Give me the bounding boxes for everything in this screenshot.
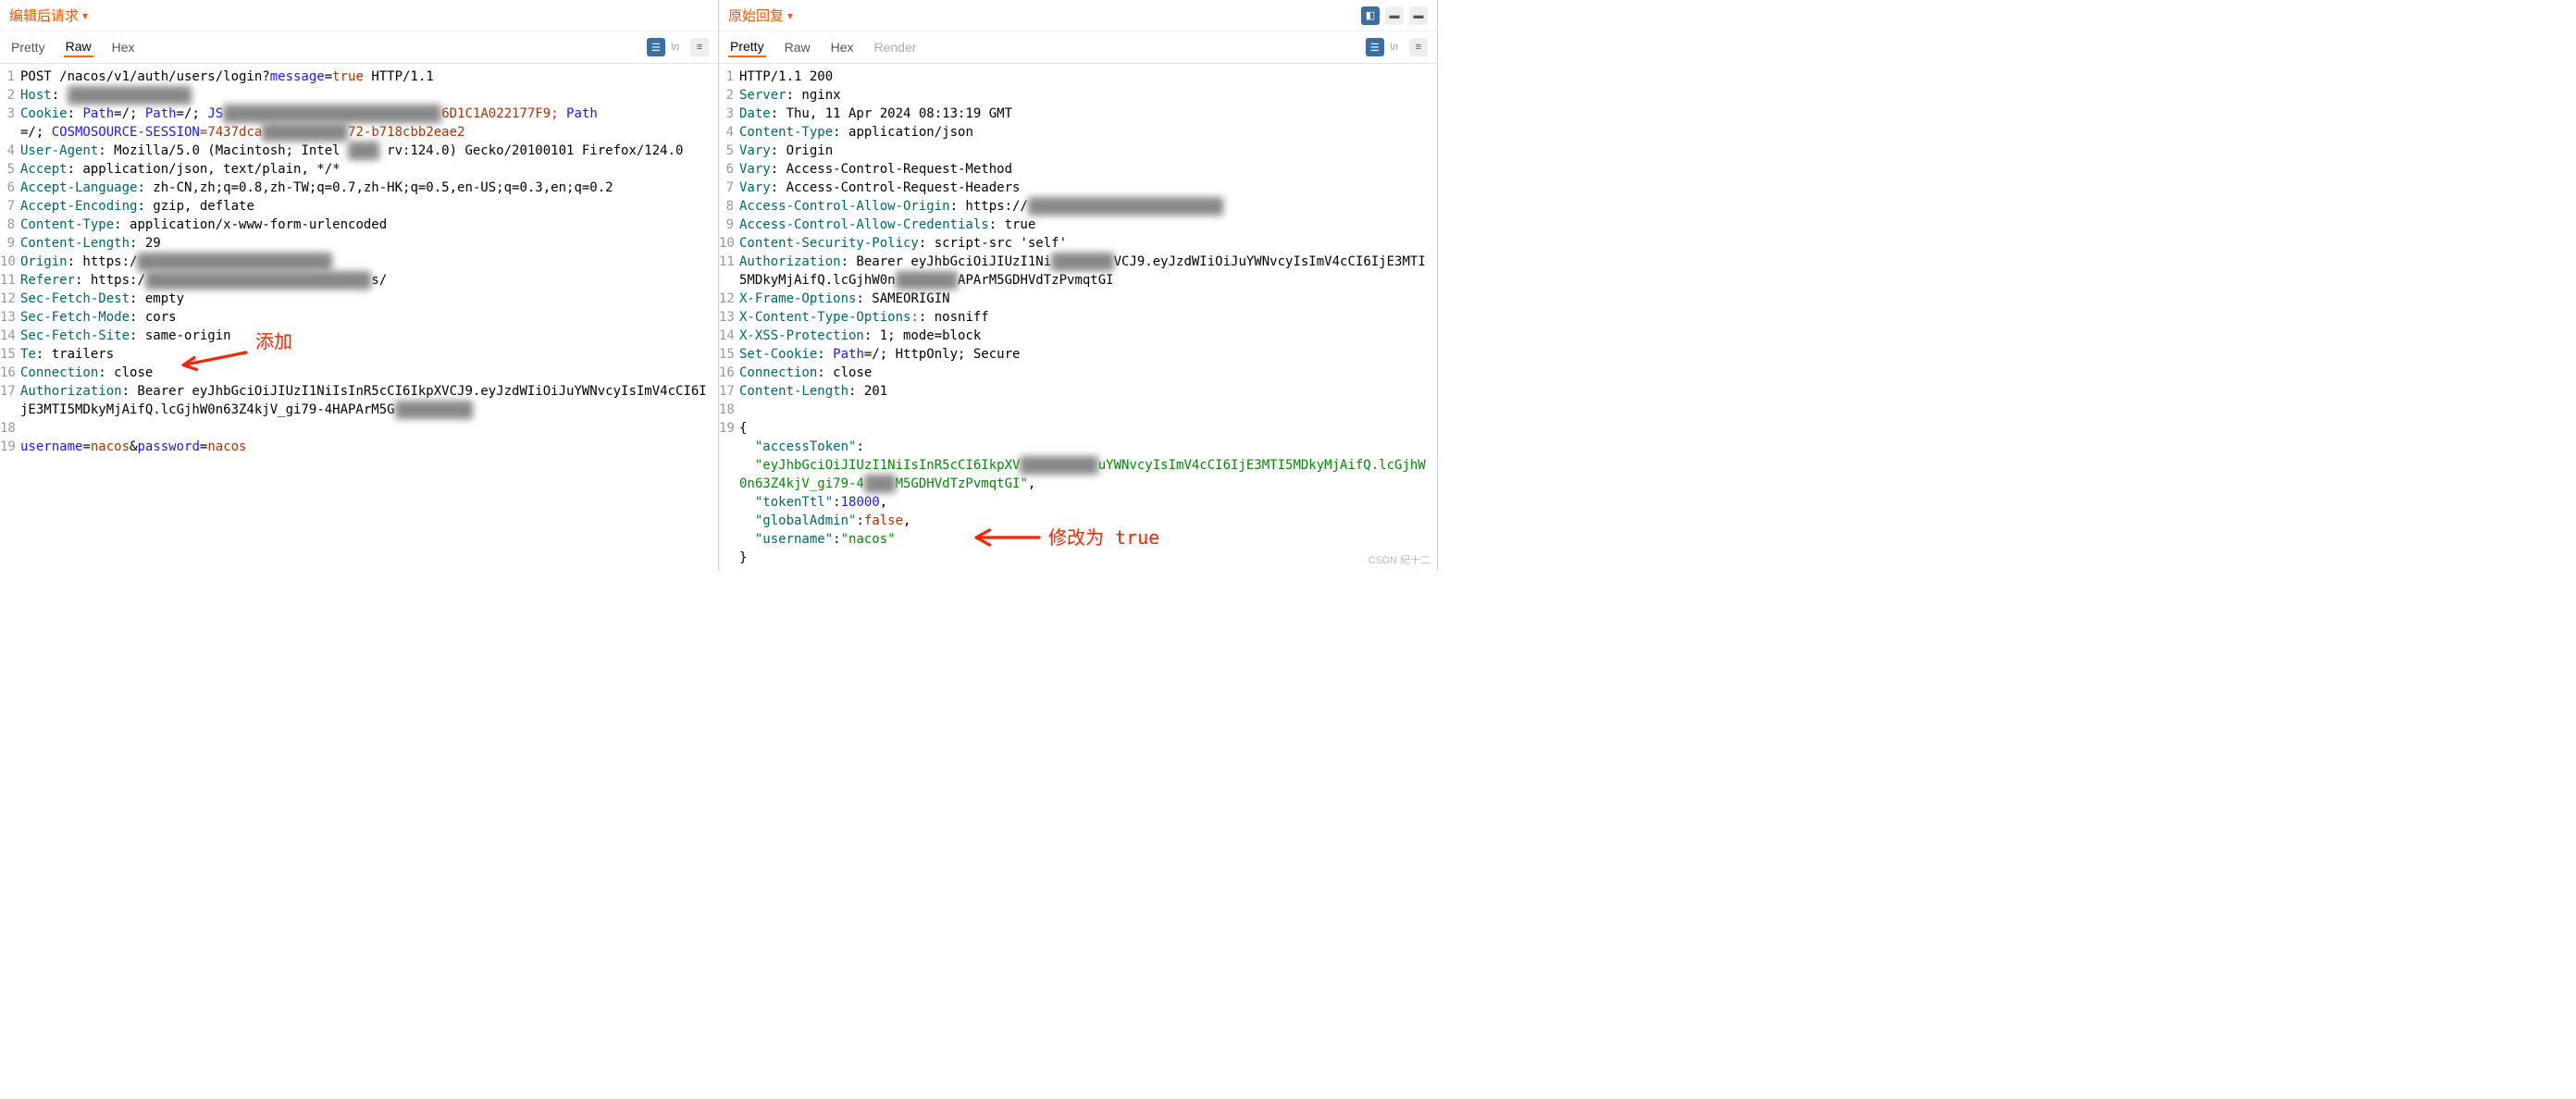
layout-icon[interactable]: ▬ [1409, 6, 1428, 25]
request-title[interactable]: 编辑后请求▾ [9, 6, 88, 25]
tab-raw[interactable]: Raw [783, 38, 812, 56]
layout-icon[interactable]: ▬ [1385, 6, 1404, 25]
tab-render[interactable]: Render [873, 38, 919, 56]
wrap-icon[interactable]: ☰ [647, 38, 665, 56]
request-tabs: Pretty Raw Hex ☰ \n ≡ [0, 31, 718, 64]
watermark: CSDN 紀十二 [1368, 552, 1430, 567]
wrap-icon[interactable]: ☰ [1366, 38, 1384, 56]
request-panel: 编辑后请求▾ Pretty Raw Hex ☰ \n ≡ 1POST /naco… [0, 0, 719, 571]
response-panel: 原始回复▾ ◧ ▬ ▬ Pretty Raw Hex Render ☰ \n ≡… [719, 0, 1438, 571]
newline-icon[interactable]: \n [671, 38, 685, 56]
tab-hex[interactable]: Hex [110, 38, 137, 56]
tab-pretty[interactable]: Pretty [728, 37, 766, 57]
response-body[interactable]: 1HTTP/1.1 200 2Server: nginx 3Date: Thu,… [719, 64, 1437, 571]
layout-split-icon[interactable]: ◧ [1361, 6, 1380, 25]
tab-raw[interactable]: Raw [64, 37, 93, 57]
menu-icon[interactable]: ≡ [1409, 38, 1428, 56]
tab-pretty[interactable]: Pretty [9, 38, 47, 56]
newline-icon[interactable]: \n [1390, 38, 1404, 56]
request-body[interactable]: 1POST /nacos/v1/auth/users/login?message… [0, 64, 718, 460]
chevron-down-icon: ▾ [787, 9, 793, 22]
chevron-down-icon: ▾ [82, 9, 88, 22]
tab-hex[interactable]: Hex [829, 38, 856, 56]
request-header: 编辑后请求▾ [0, 0, 718, 31]
menu-icon[interactable]: ≡ [690, 38, 709, 56]
response-tabs: Pretty Raw Hex Render ☰ \n ≡ [719, 31, 1437, 64]
response-title[interactable]: 原始回复▾ [728, 6, 793, 25]
response-header: 原始回复▾ ◧ ▬ ▬ [719, 0, 1437, 31]
